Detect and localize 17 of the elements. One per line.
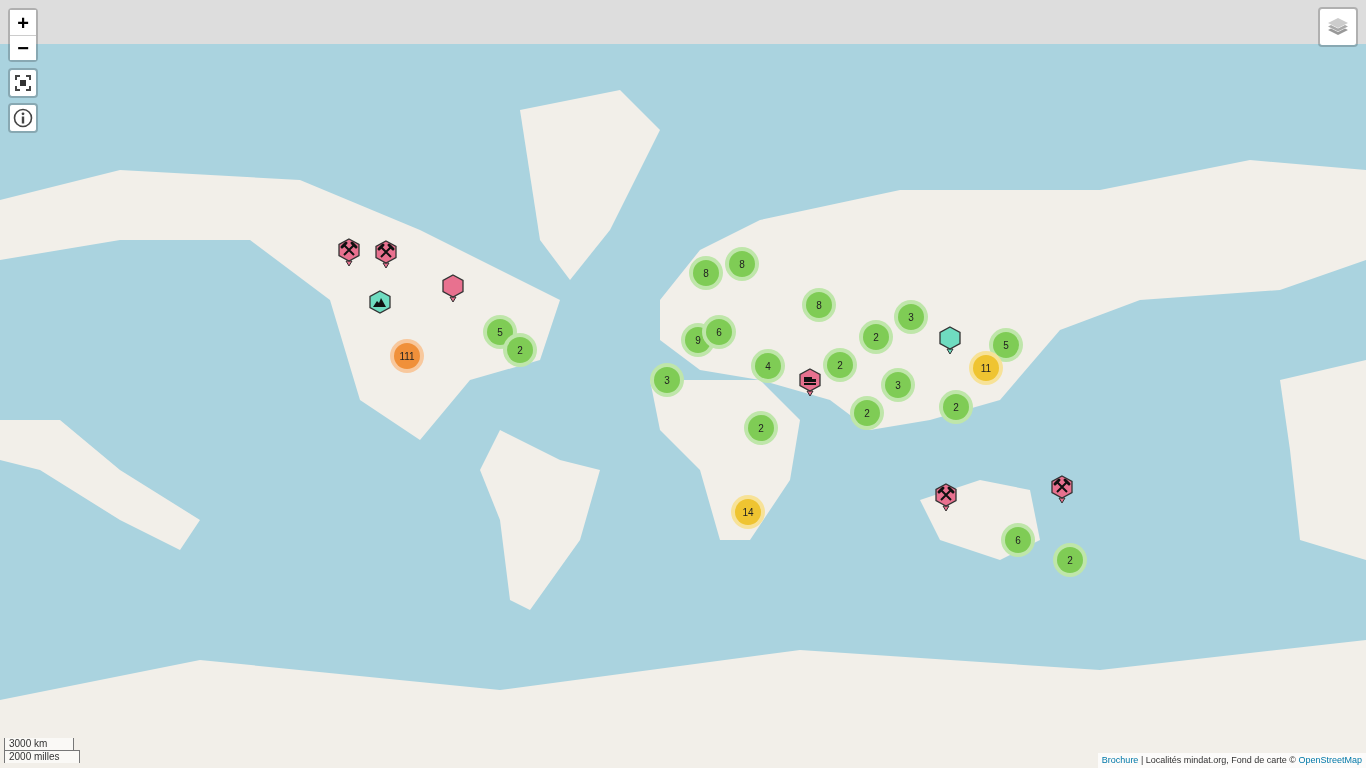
layers-icon — [1326, 16, 1350, 38]
brochure-link[interactable]: Brochure — [1101, 754, 1139, 765]
pickaxe-marker[interactable] — [374, 240, 398, 270]
map-marker[interactable] — [938, 326, 962, 356]
pickaxe-marker[interactable] — [1050, 475, 1074, 505]
openstreetmap-link[interactable]: OpenStreetMap — [1298, 754, 1362, 765]
scale-label: 3000 km — [4, 738, 74, 751]
fullscreen-button[interactable] — [10, 70, 36, 96]
scale-label: 2000 milles — [4, 750, 80, 763]
pickaxe-marker[interactable] — [934, 483, 958, 513]
zoom-out-button[interactable]: − — [10, 35, 36, 60]
fullscreen-icon — [15, 75, 31, 91]
pickaxe-marker[interactable] — [337, 238, 361, 268]
factory-marker[interactable] — [798, 368, 822, 398]
info-icon — [13, 108, 33, 128]
map-marker[interactable] — [441, 274, 465, 304]
info-button[interactable] — [10, 105, 36, 131]
